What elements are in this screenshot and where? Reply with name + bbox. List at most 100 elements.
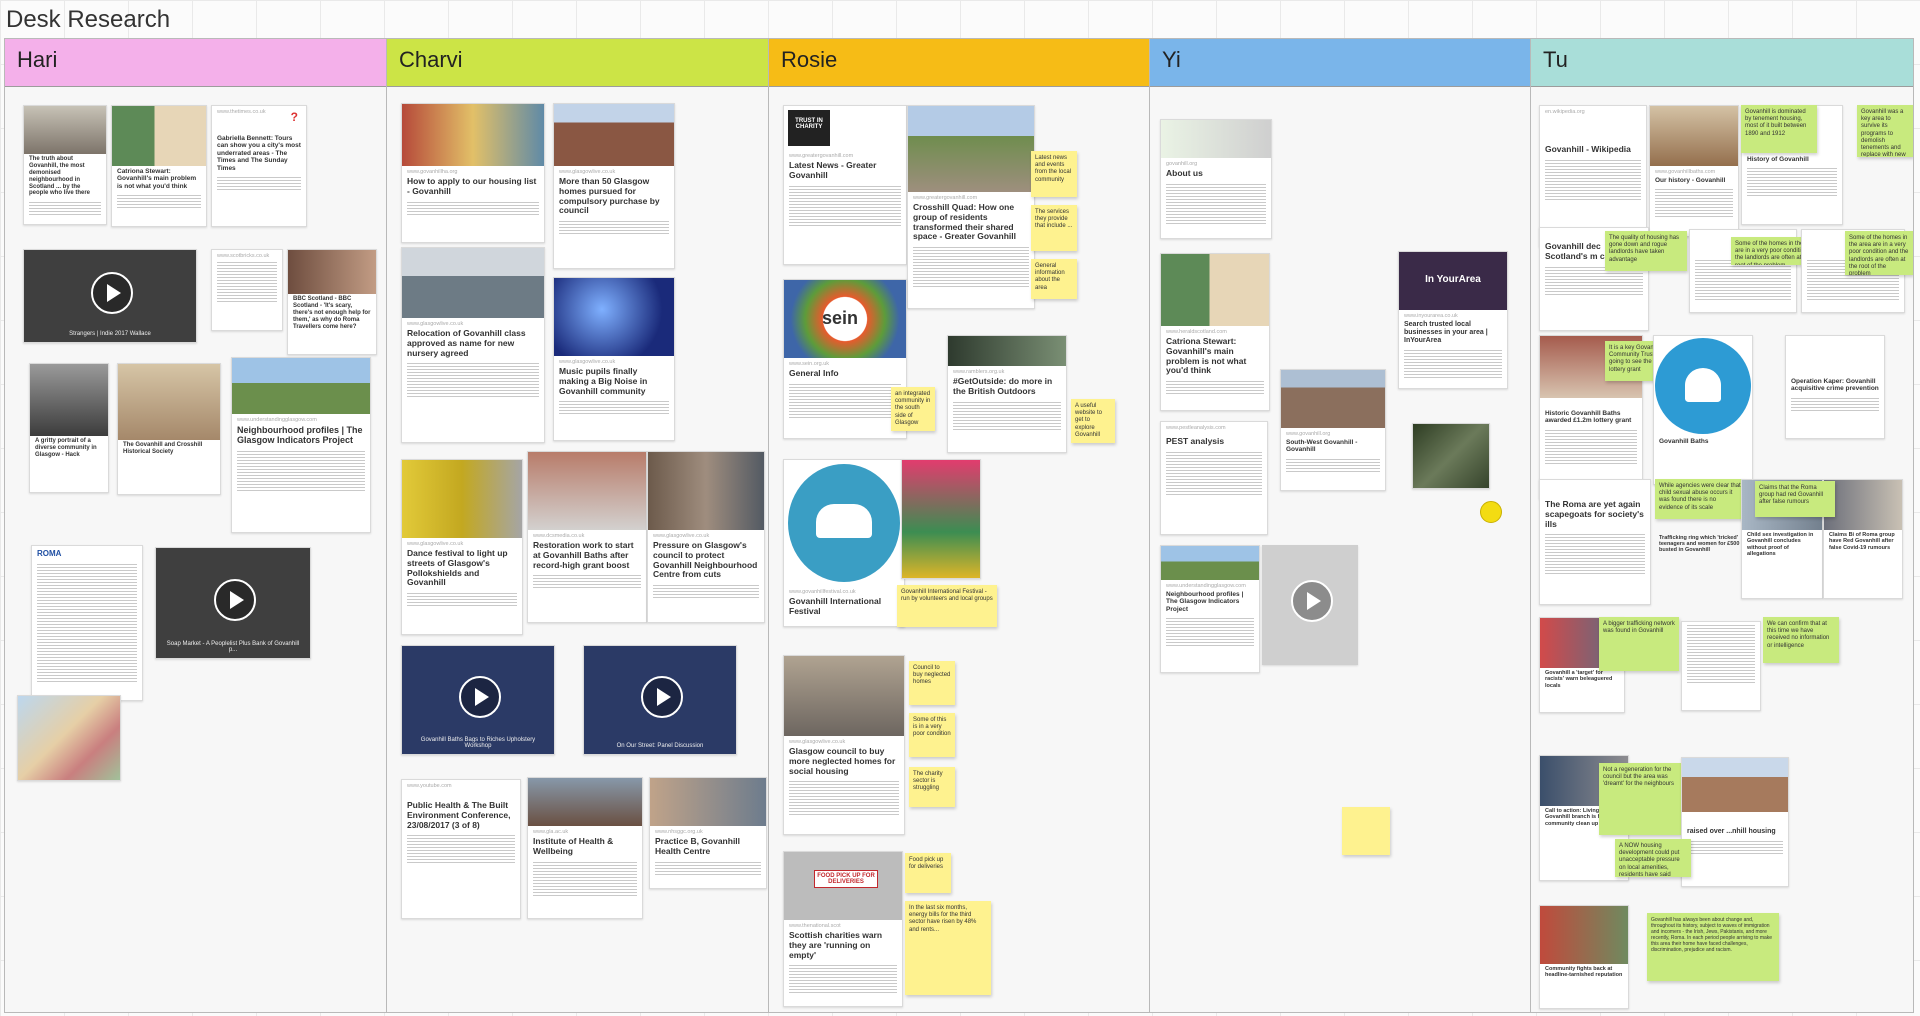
article-card[interactable]: www.youtube.com Public Health & The Buil… [401, 779, 521, 919]
article-card[interactable]: www.scotbricks.co.uk [211, 249, 283, 331]
video-card[interactable] [1262, 545, 1358, 665]
article-card[interactable]: Operation Kaper: Govanhill acquisitive c… [1785, 335, 1885, 439]
column-hari[interactable]: Hari The truth about Govanhill, the most… [4, 38, 387, 1013]
play-icon[interactable] [1291, 580, 1333, 622]
article-card[interactable]: FOOD PICK UP FOR DELIVERIES www.thenatio… [783, 851, 903, 1007]
card-title: PEST analysis [1166, 436, 1225, 446]
column-charvi[interactable]: Charvi www.govanhillha.org How to apply … [386, 38, 769, 1013]
card-title: History of Govanhill [1747, 156, 1809, 163]
article-card[interactable]: www.greatergovanhill.com Crosshill Quad:… [907, 105, 1035, 309]
sticky-note[interactable]: The charity sector is struggling [909, 767, 955, 807]
sticky-note[interactable]: Food pick up for deliveries [905, 853, 951, 893]
article-card[interactable]: Community fights back at headline-tarnis… [1539, 905, 1629, 1009]
sticky-note[interactable]: The services they provide that include .… [1031, 205, 1077, 251]
sticky-note[interactable]: Claims that the Roma group had red Govan… [1755, 481, 1835, 517]
article-card[interactable]: www.govanhillfestival.co.uk Govanhill In… [783, 459, 905, 627]
card-image [1281, 370, 1385, 428]
sticky-text: Govanhill is dominated by tenement housi… [1745, 109, 1807, 137]
card-image [1161, 546, 1259, 580]
article-card[interactable]: The Govanhill and Crosshill Historical S… [117, 363, 221, 495]
article-card[interactable]: sein www.sein.org.uk General Info [783, 279, 907, 439]
sticky-note[interactable]: Latest news and events from the local co… [1031, 151, 1077, 197]
article-card[interactable]: www.ramblers.org.uk #GetOutside: do more… [947, 335, 1067, 453]
card-image [402, 460, 522, 538]
article-card[interactable]: www.understandingglasgow.com Neighbourho… [1160, 545, 1260, 673]
map-card[interactable] [17, 695, 121, 781]
article-card[interactable]: BBC Scotland - BBC Scotland - 'It's scar… [287, 249, 377, 355]
card-title: About us [1166, 168, 1203, 178]
play-icon[interactable] [91, 272, 133, 315]
article-card[interactable]: www.dcsmedia.co.uk Restoration work to s… [527, 451, 647, 623]
video-card[interactable]: Govanhill Baths Bags to Riches Upholster… [401, 645, 555, 755]
play-icon[interactable] [214, 578, 256, 621]
sticky-note[interactable]: an integrated community in the south sid… [891, 387, 935, 431]
article-card[interactable] [1681, 621, 1761, 711]
sticky-note[interactable]: In the last six months, energy bills for… [905, 901, 991, 995]
article-card[interactable]: Claims Bi of Roma group have Red Govanhi… [1823, 479, 1903, 599]
column-yi[interactable]: Yi govanhill.org About us www.heraldscot… [1149, 38, 1531, 1013]
article-card[interactable]: www.glasgowlive.co.uk Music pupils final… [553, 277, 675, 441]
sticky-note[interactable]: Council to buy neglected homes [909, 661, 955, 705]
sticky-note[interactable]: A bigger trafficking network was found i… [1599, 617, 1679, 671]
people-icon [816, 504, 872, 538]
article-card[interactable]: In YourArea www.inyourarea.co.uk Search … [1398, 251, 1508, 389]
article-card[interactable]: A gritty portrait of a diverse community… [29, 363, 109, 493]
card-description [1687, 841, 1783, 856]
article-card[interactable]: www.gla.ac.uk Institute of Health & Well… [527, 777, 643, 919]
sticky-note[interactable]: We can confirm that at this time we have… [1763, 617, 1839, 663]
article-card[interactable]: govanhill.org About us [1160, 119, 1272, 239]
sticky-note[interactable]: A useful website to get to explore Govan… [1071, 399, 1115, 443]
sticky-note[interactable]: Some of the homes in the area are in a v… [1845, 231, 1913, 275]
card-title: Practice B, Govanhill Health Centre [655, 836, 741, 856]
article-card[interactable]: The truth about Govanhill, the most demo… [23, 105, 107, 225]
article-card[interactable]: Catriona Stewart: Govanhill's main probl… [111, 105, 207, 227]
sticky-text: Govanhill was a key area to survive its … [1861, 109, 1906, 157]
column-rosie[interactable]: Rosie TRUST IN CHARITY www.greatergovanh… [768, 38, 1150, 1013]
article-card[interactable]: en.wikipedia.org Govanhill - Wikipedia [1539, 105, 1647, 247]
sticky-note[interactable]: Govanhill has always been about change a… [1647, 913, 1779, 981]
whiteboard-canvas[interactable]: Desk Research Hari The truth about Govan… [0, 0, 1920, 1016]
article-card[interactable]: www.thetimes.co.uk ? Gabriella Bennett: … [211, 105, 307, 227]
sticky-note[interactable]: Govanhill International Festival - run b… [897, 585, 997, 627]
sticky-note[interactable]: The quality of housing has gone down and… [1605, 231, 1687, 271]
article-card[interactable]: www.pestleanalysis.com PEST analysis [1160, 421, 1268, 535]
article-card[interactable]: www.glasgowlive.co.uk Pressure on Glasgo… [647, 451, 765, 623]
card-title: A gritty portrait of a diverse community… [35, 438, 97, 458]
article-card[interactable]: www.govanhillha.org How to apply to our … [401, 103, 545, 243]
card-source: en.wikipedia.org [1545, 109, 1585, 115]
article-card[interactable]: www.understandingglasgow.com Neighbourho… [231, 357, 371, 533]
sticky-note[interactable]: While agencies were clear that child sex… [1655, 479, 1745, 519]
card-title: BBC Scotland - BBC Scotland - 'It's scar… [293, 296, 371, 330]
article-card[interactable]: www.nhsggc.org.uk Practice B, Govanhill … [649, 777, 767, 889]
sticky-note[interactable]: Not a regeneration for the council but t… [1599, 763, 1681, 835]
document-card[interactable]: ROMA [31, 545, 143, 701]
sticky-note[interactable]: Some of this is in a very poor condition [909, 713, 955, 757]
sticky-note[interactable]: Govanhill is dominated by tenement housi… [1741, 105, 1817, 153]
article-card[interactable]: www.heraldscotland.com Catriona Stewart:… [1160, 253, 1270, 411]
article-card[interactable]: www.glasgowlive.co.uk Relocation of Gova… [401, 247, 545, 443]
play-icon[interactable] [641, 675, 683, 718]
article-card[interactable]: www.glasgowlive.co.uk More than 50 Glasg… [553, 103, 675, 269]
sticky-note[interactable]: Govanhill was a key area to survive its … [1857, 105, 1913, 157]
card-source: www.glasgowlive.co.uk [559, 359, 616, 365]
image-card[interactable] [901, 459, 981, 579]
article-card[interactable]: www.govanhill.org South-West Govanhill -… [1280, 369, 1386, 491]
video-card[interactable]: On Our Street: Panel Discussion [583, 645, 737, 755]
article-card[interactable]: Govanhill Baths [1653, 335, 1753, 485]
article-card[interactable]: www.glasgowlive.co.uk Glasgow council to… [783, 655, 905, 835]
article-card[interactable]: raised over ...nhill housing [1681, 757, 1789, 887]
article-card[interactable]: www.glasgowlive.co.uk Dance festival to … [401, 459, 523, 635]
column-tu[interactable]: Tu en.wikipedia.org Govanhill - Wikipedi… [1530, 38, 1914, 1013]
sticky-note[interactable]: General information about the area [1031, 259, 1077, 299]
sticky-note[interactable]: A NOW housing development could put unac… [1615, 839, 1691, 877]
sticky-text: Some of this is in a very poor condition [913, 717, 951, 738]
map-card[interactable] [1412, 423, 1490, 489]
article-card[interactable]: www.govanhillbaths.com Our history - Gov… [1649, 105, 1739, 237]
card-title: Music pupils finally making a Big Noise … [559, 366, 648, 396]
play-icon[interactable] [459, 675, 501, 718]
sticky-note[interactable] [1342, 807, 1390, 855]
video-card[interactable]: Strangers | Indie 2017 Wallace [23, 249, 197, 343]
video-card[interactable]: Soap Market - A Peoplelist Plus Bank of … [155, 547, 311, 659]
article-card[interactable]: The Roma are yet again scapegoats for so… [1539, 479, 1651, 605]
article-card[interactable]: TRUST IN CHARITY www.greatergovanhill.co… [783, 105, 907, 265]
